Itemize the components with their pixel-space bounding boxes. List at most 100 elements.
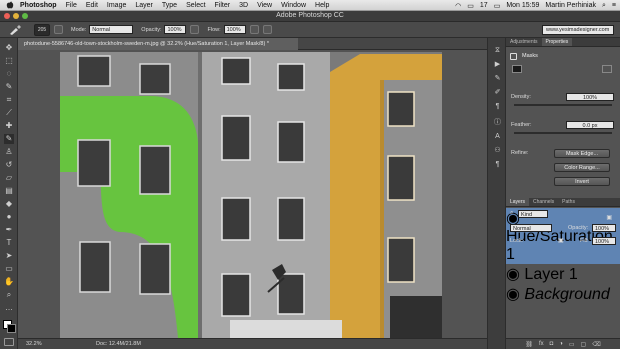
feather-slider[interactable] <box>514 132 612 134</box>
eye-icon[interactable]: ◉ <box>506 266 520 283</box>
blend-mode-select[interactable]: Normal <box>510 224 552 232</box>
quick-mask-icon[interactable] <box>4 338 14 346</box>
density-field[interactable]: 100% <box>566 93 614 101</box>
type-tool-icon[interactable]: T <box>4 238 14 248</box>
clock[interactable]: Mon 15:59 <box>506 2 539 9</box>
menu-image[interactable]: Image <box>107 2 126 9</box>
tab-layers[interactable]: Layers <box>506 198 530 206</box>
brush-tool-preset[interactable] <box>6 24 24 36</box>
document-tab[interactable]: photodune-5586746-old-town-stockholm-swe… <box>18 38 298 50</box>
layer-name[interactable]: Layer 1 <box>524 266 577 283</box>
menu-file[interactable]: File <box>66 2 77 9</box>
menu-view[interactable]: View <box>257 2 272 9</box>
flag-icon[interactable]: ▭ <box>467 2 474 10</box>
wifi-icon[interactable]: ◠ <box>455 2 461 10</box>
eyedropper-tool-icon[interactable]: ⟋ <box>4 108 14 118</box>
menu-select[interactable]: Select <box>186 2 205 9</box>
crop-tool-icon[interactable]: ⌗ <box>4 95 14 105</box>
menu-edit[interactable]: Edit <box>86 2 98 9</box>
menu-layer[interactable]: Layer <box>135 2 153 9</box>
menu-3d[interactable]: 3D <box>239 2 248 9</box>
mode-select[interactable]: Normal <box>89 25 134 34</box>
tab-adjustments[interactable]: Adjustments <box>506 38 542 46</box>
eraser-tool-icon[interactable]: ▱ <box>4 173 14 183</box>
fx-icon[interactable]: fx <box>539 341 544 347</box>
layer-filter-kind[interactable]: Kind <box>518 210 548 218</box>
pressure-size-toggle[interactable] <box>262 25 272 34</box>
character-panel-icon[interactable]: A <box>493 132 502 141</box>
search-icon[interactable]: ⌕ <box>602 2 606 10</box>
battery-icon[interactable]: ▭ <box>494 2 501 10</box>
brush-panel-icon[interactable]: ✎ <box>493 74 502 83</box>
gradient-tool-icon[interactable]: ▤ <box>4 186 14 196</box>
marquee-tool-icon[interactable]: ⬚ <box>4 56 14 66</box>
clone-stamp-tool-icon[interactable]: ♙ <box>4 147 14 157</box>
workspace-select[interactable]: www.yesimadesigner.com <box>542 25 614 35</box>
vector-mask-button[interactable] <box>602 65 612 73</box>
menu-app[interactable]: Photoshop <box>20 2 57 9</box>
apple-icon[interactable] <box>6 1 14 9</box>
menu-window[interactable]: Window <box>281 2 306 9</box>
brush-panel-toggle[interactable] <box>54 25 63 34</box>
menu-type[interactable]: Type <box>162 2 177 9</box>
folder-icon[interactable]: ▭ <box>569 341 575 348</box>
pixel-mask-button[interactable] <box>512 65 522 73</box>
path-select-tool-icon[interactable]: ➤ <box>4 251 14 261</box>
tab-paths[interactable]: Paths <box>558 198 579 206</box>
history-panel-icon[interactable]: ⧖ <box>493 46 502 55</box>
dodge-tool-icon[interactable]: ● <box>4 212 14 222</box>
healing-tool-icon[interactable]: ✚ <box>4 121 14 131</box>
density-slider[interactable] <box>514 104 612 106</box>
pen-tool-icon[interactable]: ✒ <box>4 225 14 235</box>
clone-source-panel-icon[interactable]: ⚇ <box>493 146 502 155</box>
new-layer-icon[interactable]: ▢ <box>581 341 587 348</box>
hand-tool-icon[interactable]: ✋ <box>4 277 14 287</box>
trash-icon[interactable]: ⌫ <box>592 341 600 348</box>
actions-panel-icon[interactable]: ▶ <box>493 60 502 69</box>
layer-opacity-field[interactable]: 100% <box>592 224 616 232</box>
lock-icon[interactable]: ▣ <box>558 237 564 244</box>
blur-tool-icon[interactable]: ◆ <box>4 199 14 209</box>
canvas-area[interactable] <box>18 50 487 338</box>
document-image[interactable] <box>60 52 442 338</box>
zoom-level[interactable]: 32.2% <box>26 341 42 347</box>
history-brush-tool-icon[interactable]: ↺ <box>4 160 14 170</box>
more-tools-icon[interactable]: … <box>4 303 14 313</box>
mask-edge-button[interactable]: Mask Edge... <box>554 149 610 158</box>
layer-row-layer-1[interactable]: ◉ Layer 1 <box>506 264 620 284</box>
menu-filter[interactable]: Filter <box>215 2 231 9</box>
pressure-opacity-toggle[interactable] <box>190 25 200 34</box>
adjustment-icon[interactable]: ◑ <box>559 341 563 347</box>
brush-size-picker[interactable]: 205 <box>34 23 50 36</box>
layer-name[interactable]: Background <box>524 286 609 303</box>
lasso-tool-icon[interactable]: ◌ <box>4 69 14 79</box>
info-panel-icon[interactable]: ⓘ <box>493 118 502 127</box>
eye-icon[interactable]: ◉ <box>506 286 520 303</box>
add-mask-icon[interactable]: ◘ <box>550 341 554 347</box>
opacity-field[interactable]: 100% <box>164 25 187 34</box>
shape-tool-icon[interactable]: ▭ <box>4 264 14 274</box>
menu-help[interactable]: Help <box>315 2 329 9</box>
list-icon[interactable]: ≡ <box>612 2 616 9</box>
user-name[interactable]: Martin Perhiniak <box>545 2 596 9</box>
layer-row-background[interactable]: ◉ Background ▣ <box>506 215 620 304</box>
quick-select-tool-icon[interactable]: ✎ <box>4 82 14 92</box>
background-color-swatch[interactable] <box>7 324 16 333</box>
move-tool-icon[interactable]: ✥ <box>4 43 14 53</box>
document-size[interactable]: Doc: 12.4M/21.8M <box>96 341 141 347</box>
brush-presets-panel-icon[interactable]: ✐ <box>493 88 502 97</box>
tab-properties[interactable]: Properties <box>541 38 573 46</box>
flow-field[interactable]: 100% <box>223 25 246 34</box>
fill-field[interactable]: 100% <box>592 237 616 245</box>
paragraph-panel-icon[interactable]: ¶ <box>493 102 502 111</box>
tab-channels[interactable]: Channels <box>529 198 558 206</box>
brush-tool-icon[interactable]: ✎ <box>4 134 14 144</box>
filter-search-icon[interactable]: ⌕ <box>510 210 513 217</box>
airbrush-toggle[interactable] <box>249 25 259 34</box>
invert-button[interactable]: Invert <box>554 177 610 186</box>
link-layers-icon[interactable]: ⛓ <box>525 341 533 348</box>
zoom-tool-icon[interactable]: ⌕ <box>4 290 14 300</box>
feather-field[interactable]: 0.0 px <box>566 121 614 129</box>
color-range-button[interactable]: Color Range... <box>554 163 610 172</box>
glyph-panel-icon[interactable]: ¶ <box>493 160 502 169</box>
